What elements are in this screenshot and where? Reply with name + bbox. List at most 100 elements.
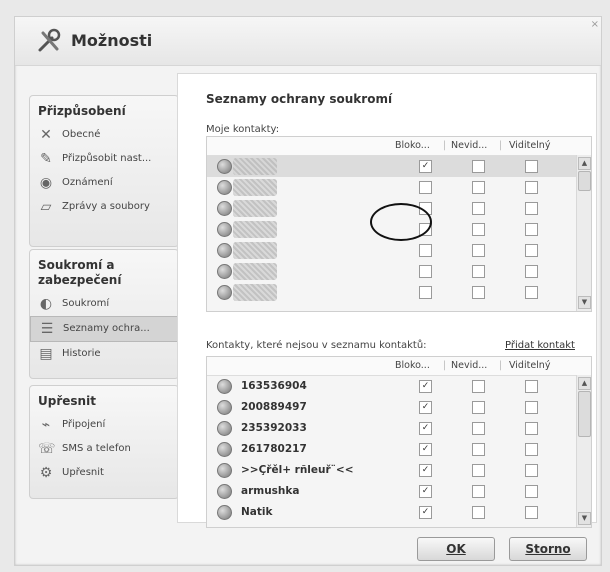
block-checkbox[interactable] — [419, 181, 432, 194]
sidebar-item-history[interactable]: ▤ Historie — [30, 342, 178, 366]
visible-checkbox[interactable] — [525, 265, 538, 278]
column-header-visible[interactable]: Viditelný — [509, 360, 550, 371]
contact-avatar-icon — [217, 463, 232, 478]
contact-name: 163536904 — [241, 380, 307, 392]
contact-row[interactable] — [207, 177, 591, 198]
sidebar-item-general[interactable]: ✕ Obecné — [30, 123, 178, 147]
column-separator: | — [499, 360, 503, 371]
ok-button[interactable]: OK — [417, 537, 495, 561]
sidebar-item-sms-phone[interactable]: ☏ SMS a telefon — [30, 437, 178, 461]
invisible-checkbox[interactable] — [472, 443, 485, 456]
scroll-up-icon[interactable]: ▲ — [578, 157, 591, 170]
invisible-checkbox[interactable] — [472, 244, 485, 257]
sidebar-item-privacy[interactable]: ◐ Soukromí — [30, 292, 178, 316]
sidebar-item-notifications[interactable]: ◉ Oznámení — [30, 171, 178, 195]
sidebar-item-messages-files[interactable]: ▱ Zprávy a soubory — [30, 195, 178, 219]
contact-row[interactable]: 163536904 ✓ — [207, 376, 591, 397]
invisible-checkbox[interactable] — [472, 422, 485, 435]
cancel-button[interactable]: Storno — [509, 537, 587, 561]
invisible-checkbox[interactable] — [472, 286, 485, 299]
annotation-circle — [370, 203, 432, 241]
visible-checkbox[interactable] — [525, 380, 538, 393]
title-bar: Možnosti × — [15, 17, 601, 66]
visible-checkbox[interactable] — [525, 485, 538, 498]
contact-row[interactable]: 261780217 ✓ — [207, 439, 591, 460]
scroll-up-icon[interactable]: ▲ — [578, 377, 591, 390]
invisible-checkbox[interactable] — [472, 265, 485, 278]
visible-checkbox[interactable] — [525, 422, 538, 435]
invisible-checkbox[interactable] — [472, 202, 485, 215]
column-header-visible[interactable]: Viditelný — [509, 140, 550, 151]
scrollbar[interactable]: ▲ ▼ — [576, 375, 591, 527]
block-checkbox[interactable]: ✓ — [419, 380, 432, 393]
block-checkbox[interactable]: ✓ — [419, 506, 432, 519]
visible-checkbox[interactable] — [525, 286, 538, 299]
block-checkbox[interactable]: ✓ — [419, 485, 432, 498]
options-window: Možnosti × Přizpůsobení ✕ Obecné ✎ Přizp… — [14, 16, 602, 566]
scrollbar[interactable]: ▲ ▼ — [576, 155, 591, 311]
contact-row[interactable]: ✓ — [207, 156, 591, 177]
invisible-checkbox[interactable] — [472, 380, 485, 393]
close-icon[interactable]: × — [591, 19, 599, 30]
invisible-checkbox[interactable] — [472, 223, 485, 236]
sidebar-item-label: Seznamy ochra... — [63, 323, 150, 334]
sidebar-item-connection[interactable]: ⌁ Připojení — [30, 413, 178, 437]
other-contacts-list[interactable]: Bloko... | Nevid... | Viditelný 16353690… — [206, 356, 592, 528]
column-header-blocked[interactable]: Bloko... — [395, 140, 430, 151]
contact-row[interactable]: >>Çřěl+ rñleuř¨<< ✓ — [207, 460, 591, 481]
visible-checkbox[interactable] — [525, 401, 538, 414]
sidebar-item-label: Připojení — [62, 419, 106, 430]
block-checkbox[interactable] — [419, 286, 432, 299]
notification-icon: ◉ — [39, 175, 53, 191]
scroll-thumb[interactable] — [578, 171, 591, 191]
column-header-invisible[interactable]: Nevid... — [451, 360, 487, 371]
block-checkbox[interactable]: ✓ — [419, 160, 432, 173]
visible-checkbox[interactable] — [525, 202, 538, 215]
redacted-contact-name — [233, 158, 277, 175]
other-contacts-label: Kontakty, které nejsou v seznamu kontakt… — [206, 340, 427, 351]
block-checkbox[interactable] — [419, 265, 432, 278]
sidebar-item-personalize[interactable]: ✎ Přizpůsobit nast... — [30, 147, 178, 171]
invisible-checkbox[interactable] — [472, 464, 485, 477]
scroll-down-icon[interactable]: ▼ — [578, 512, 591, 525]
block-checkbox[interactable]: ✓ — [419, 464, 432, 477]
visible-checkbox[interactable] — [525, 223, 538, 236]
add-contact-link[interactable]: Přidat kontakt — [505, 340, 575, 351]
visible-checkbox[interactable] — [525, 244, 538, 257]
block-checkbox[interactable] — [419, 244, 432, 257]
contact-name: 235392033 — [241, 422, 307, 434]
invisible-checkbox[interactable] — [472, 506, 485, 519]
block-checkbox[interactable]: ✓ — [419, 422, 432, 435]
contact-row[interactable] — [207, 240, 591, 261]
my-contacts-label: Moje kontakty: — [206, 124, 280, 135]
column-header-blocked[interactable]: Bloko... — [395, 360, 430, 371]
sidebar-item-label: Zprávy a soubory — [62, 201, 150, 212]
sidebar-item-label: Oznámení — [62, 177, 113, 188]
invisible-checkbox[interactable] — [472, 485, 485, 498]
contact-row[interactable]: 200889497 ✓ — [207, 397, 591, 418]
block-checkbox[interactable]: ✓ — [419, 443, 432, 456]
redacted-contact-name — [233, 200, 277, 217]
visible-checkbox[interactable] — [525, 443, 538, 456]
visible-checkbox[interactable] — [525, 464, 538, 477]
visible-checkbox[interactable] — [525, 506, 538, 519]
contact-row[interactable]: Natik ✓ — [207, 502, 591, 523]
sidebar-item-advanced[interactable]: ⚙ Upřesnit — [30, 461, 178, 485]
invisible-checkbox[interactable] — [472, 160, 485, 173]
sidebar-item-privacy-lists[interactable]: ☰ Seznamy ochra... — [30, 316, 178, 342]
block-checkbox[interactable]: ✓ — [419, 401, 432, 414]
lists-icon: ☰ — [40, 321, 54, 337]
invisible-checkbox[interactable] — [472, 181, 485, 194]
contact-row[interactable] — [207, 282, 591, 303]
contact-row[interactable] — [207, 261, 591, 282]
visible-checkbox[interactable] — [525, 160, 538, 173]
column-separator: | — [443, 140, 447, 151]
visible-checkbox[interactable] — [525, 181, 538, 194]
sidebar-group-title: Upřesnit — [38, 394, 96, 408]
scroll-thumb[interactable] — [578, 391, 591, 437]
invisible-checkbox[interactable] — [472, 401, 485, 414]
column-header-invisible[interactable]: Nevid... — [451, 140, 487, 151]
scroll-down-icon[interactable]: ▼ — [578, 296, 591, 309]
contact-row[interactable]: armushka ✓ — [207, 481, 591, 502]
contact-row[interactable]: 235392033 ✓ — [207, 418, 591, 439]
